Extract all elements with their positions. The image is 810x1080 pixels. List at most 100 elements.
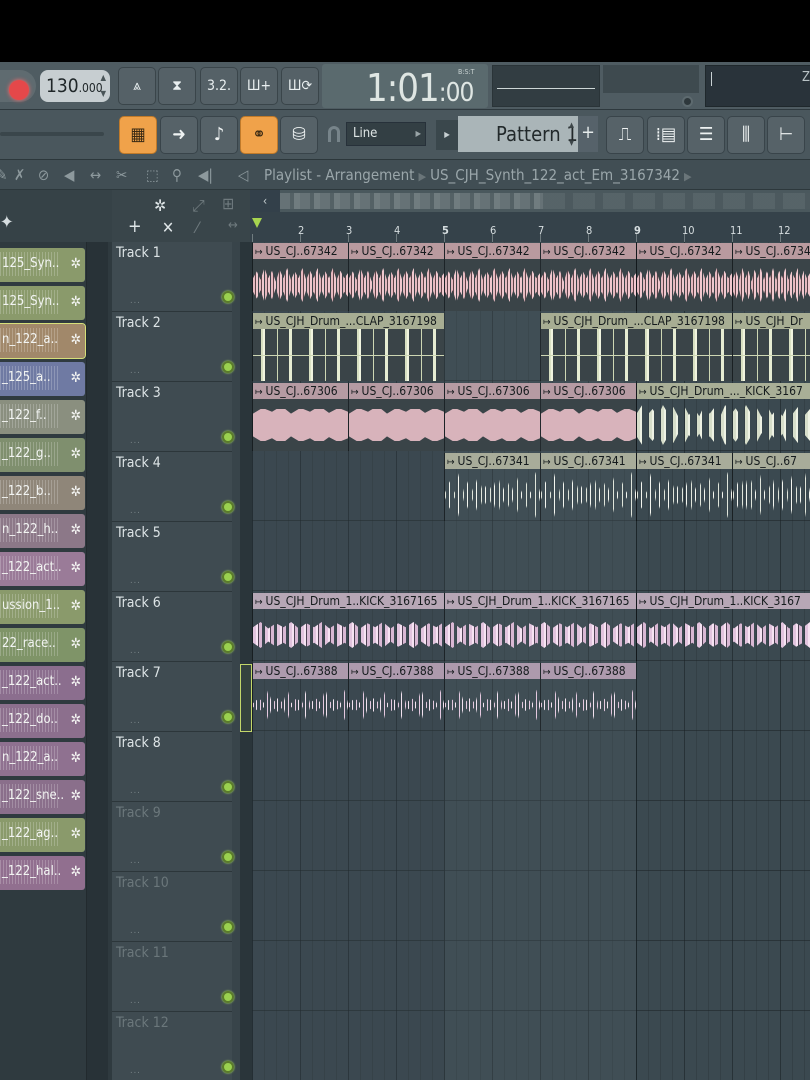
audio-clip[interactable]: US_CJ..67342 (636, 243, 732, 311)
clip-list-item[interactable]: n_122_h.. ✲ (0, 514, 85, 548)
track-header[interactable]: Track 6... (112, 592, 240, 662)
clip-list-item[interactable]: n_122_a.. ✲ (0, 323, 86, 359)
slice-tool-icon[interactable]: ✂ (116, 166, 127, 184)
playhead-marker[interactable] (252, 218, 262, 228)
track-mute-led[interactable] (222, 501, 234, 513)
audio-clip[interactable]: US_CJ..67306 (540, 383, 636, 451)
audio-clip[interactable]: US_CJH_Drum_...CLAP_3167198 (540, 313, 732, 381)
track-header[interactable]: Track 2... (112, 312, 240, 382)
clip-list-item[interactable]: _122_g.. ✲ (0, 438, 85, 472)
audio-clip[interactable]: US_CJH_Drum_1..KICK_3167165 (252, 593, 444, 661)
track-mute-led[interactable] (222, 291, 234, 303)
timeline-ruler[interactable]: 2 3 4 5 6 7 8 9 10 11 12 (250, 212, 810, 242)
metronome-button[interactable]: ⩓ (118, 67, 156, 105)
track-mute-led[interactable] (222, 781, 234, 793)
audio-clip[interactable]: US_CJ..67388 (444, 663, 540, 731)
clip-list-item[interactable]: 125_Syn.. ✲ (0, 248, 85, 282)
browser-button[interactable]: ⛁ (280, 116, 318, 154)
track-resize-handle[interactable] (232, 522, 240, 592)
stretch-icon[interactable]: ↔ (228, 218, 238, 233)
audio-clip[interactable]: US_CJ..67341 (444, 453, 540, 521)
browser-tree-button[interactable]: ⊢ (767, 116, 805, 154)
audio-clip[interactable]: US_CJ..67341 (636, 453, 732, 521)
track-resize-handle[interactable] (232, 802, 240, 872)
audio-clip[interactable]: US_CJ..67306 (444, 383, 540, 451)
audio-clip[interactable]: US_CJ..67306 (348, 383, 444, 451)
audio-clip[interactable]: US_CJH_Drum_...CLAP_3167198 (252, 313, 444, 381)
clip-list-item[interactable]: _122_sne.. ✲ (0, 780, 85, 814)
speaker-tool-icon[interactable]: ◀ (64, 166, 74, 184)
track-header[interactable]: Track 11... (112, 942, 240, 1012)
arrow-button[interactable]: ➜ (160, 116, 198, 154)
piano-roll-button[interactable]: ⎍ (606, 116, 644, 154)
track-grip-icon[interactable]: ... (130, 786, 141, 796)
track-resize-handle[interactable] (232, 242, 240, 312)
track-grip-icon[interactable]: ... (130, 576, 141, 586)
record-button[interactable] (0, 70, 36, 102)
audio-clip[interactable]: US_CJ..67342 (348, 243, 444, 311)
audio-clip[interactable]: US_CJH_Dr (732, 313, 810, 381)
track-grip-icon[interactable]: ... (130, 926, 141, 936)
track-grip-icon[interactable]: ... (130, 646, 141, 656)
audio-clip[interactable]: US_CJ..67388 (540, 663, 636, 731)
track-resize-handle[interactable] (232, 592, 240, 662)
track-resize-handle[interactable] (232, 382, 240, 452)
channel-rack-button[interactable]: ⁞▤ (647, 116, 685, 154)
track-mute-led[interactable] (222, 711, 234, 723)
overview-scroll-left-button[interactable]: ‹ (250, 190, 280, 212)
tempo-arrows-icon[interactable]: ▲ ▼ (100, 70, 106, 102)
clip-list-item[interactable]: _122_f.. ✲ (0, 400, 85, 434)
track-grip-icon[interactable]: ... (130, 716, 141, 726)
clip-list-item[interactable]: _122_ag.. ✲ (0, 818, 85, 852)
clip-list-item[interactable]: _125_a.. ✲ (0, 362, 85, 396)
audio-clip[interactable]: US_CJ..67 (732, 453, 810, 521)
close-icon[interactable]: ✕ (162, 218, 174, 237)
audio-clip[interactable]: US_CJ..67388 (348, 663, 444, 731)
add-pattern-button[interactable]: + (578, 116, 598, 152)
playlist-overview[interactable] (280, 190, 810, 212)
track-grip-icon[interactable]: ... (130, 996, 141, 1006)
clip-list-item[interactable]: _122_act.. ✲ (0, 552, 85, 586)
audio-clip[interactable]: US_CJ..67388 (252, 663, 348, 731)
track-mute-led[interactable] (222, 431, 234, 443)
track-header[interactable]: Track 4... (112, 452, 240, 522)
clip-list-item[interactable]: 125_Syn.. ✲ (0, 286, 85, 320)
clip-list-item[interactable]: 22_race.. ✲ (0, 628, 85, 662)
mixer-button[interactable]: ⫼ (727, 116, 765, 154)
audio-clip[interactable]: US_CJ..67342 (540, 243, 636, 311)
track-header[interactable]: Track 7... (112, 662, 240, 732)
mute-tool-icon[interactable]: ⊘ (38, 166, 49, 184)
track-grip-icon[interactable]: ... (130, 436, 141, 446)
automation-icon[interactable]: ⤢ (192, 196, 205, 216)
clip-list-item[interactable]: _122_act.. ✲ (0, 666, 85, 700)
countdown-button[interactable]: 3.2. (200, 67, 238, 105)
track-resize-handle[interactable] (232, 312, 240, 382)
track-mute-led[interactable] (222, 991, 234, 1003)
track-mute-led[interactable] (222, 921, 234, 933)
track-resize-handle[interactable] (232, 732, 240, 802)
playback-tool-icon[interactable]: ◀| (198, 166, 213, 184)
track-grip-icon[interactable]: ... (130, 366, 141, 376)
tempo-display[interactable]: 130.000 ▲ ▼ (40, 70, 110, 102)
tempo-tap-button[interactable]: ♪ (200, 116, 238, 154)
clip-list-scrollbar[interactable] (86, 242, 108, 1080)
clip-list-item[interactable]: _122_hal.. ✲ (0, 856, 85, 890)
toolbar-slider[interactable] (0, 132, 104, 136)
audio-clip[interactable]: US_CJ..67306 (252, 383, 348, 451)
audio-clip[interactable]: US_CJ..67342 (252, 243, 348, 311)
track-grip-icon[interactable]: ... (130, 296, 141, 306)
snap-select[interactable]: Line ▶ (346, 122, 426, 146)
paint-tool-icon[interactable]: ✎ (0, 166, 7, 184)
audio-clip[interactable]: US_CJH_Drum_..._KICK_3167 (636, 383, 810, 451)
track-header[interactable]: Track 9... (112, 802, 240, 872)
song-position-display[interactable]: 1:01:00 B:S:T (322, 64, 488, 110)
clip-list-item[interactable]: n_122_a.. ✲ (0, 742, 85, 776)
pen-icon[interactable]: ⁄ (196, 218, 198, 237)
track-mute-led[interactable] (222, 571, 234, 583)
add-track-icon[interactable]: + (128, 216, 142, 237)
playlist-view-button[interactable]: ☰ (687, 116, 725, 154)
track-mute-led[interactable] (222, 361, 234, 373)
audio-clip[interactable]: US_CJ..67341 (540, 453, 636, 521)
track-header[interactable]: Track 8... (112, 732, 240, 802)
track-header[interactable]: Track 5... (112, 522, 240, 592)
